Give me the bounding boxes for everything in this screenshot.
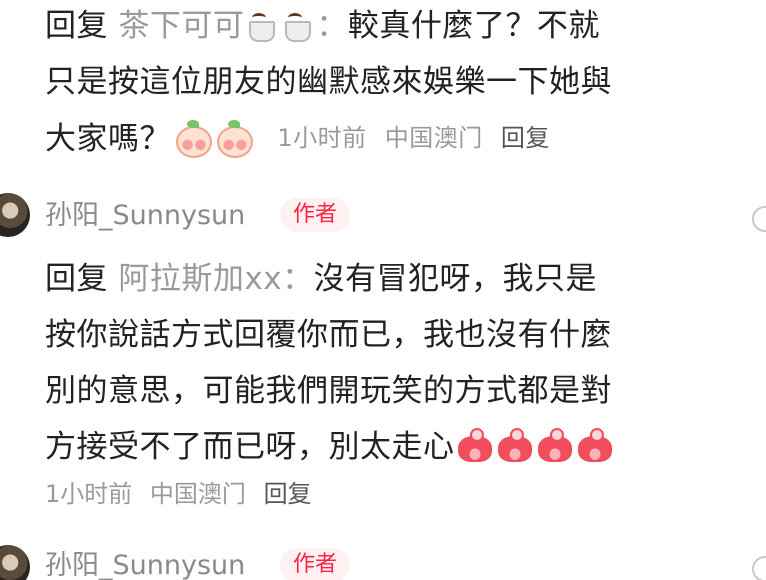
comment-time: 1小时前 bbox=[277, 124, 367, 152]
author-name[interactable]: 孙阳_Sunnysun bbox=[45, 548, 245, 580]
comment-location: 中国澳门 bbox=[384, 124, 483, 152]
avatar[interactable] bbox=[0, 193, 30, 237]
comment-time: 1小时前 bbox=[45, 480, 133, 508]
comment-location: 中国澳门 bbox=[149, 480, 246, 508]
pig-icon bbox=[497, 428, 535, 462]
author-badge: 作者 bbox=[280, 198, 351, 232]
coffee-icon bbox=[246, 11, 280, 42]
mention-username[interactable]: 茶下可可 bbox=[118, 8, 244, 44]
comment-line: 別的意思，可能我們開玩笑的方式都是對 bbox=[45, 371, 612, 411]
comment-line: 回复 阿拉斯加xx：沒有冒犯呀，我只是 bbox=[45, 259, 597, 299]
peach-icon bbox=[215, 120, 253, 158]
comment-text: 只是按這位朋友的幽默感來娛樂一下她與 bbox=[45, 64, 612, 100]
comment-meta: 1小时前 中国澳门 回复 bbox=[45, 478, 322, 510]
comment-line: 按你說話方式回覆你而已，我也沒有什麼 bbox=[45, 315, 612, 355]
pig-icon bbox=[457, 428, 495, 462]
comment-line: 回复 茶下可可 ：較真什麼了？不就 bbox=[45, 6, 600, 46]
mention-colon: ： bbox=[316, 8, 348, 44]
comment-thread: 回复 茶下可可 ：較真什麼了？不就 只是按這位朋友的幽默感來娛樂一下她與 大家嗎？… bbox=[0, 0, 766, 580]
comment-text: 大家嗎？ bbox=[45, 121, 171, 157]
comment-text: 別的意思，可能我們開玩笑的方式都是對 bbox=[45, 373, 612, 409]
pig-icon bbox=[577, 428, 615, 462]
comment-line: 方接受不了而已呀，別太走心 bbox=[45, 427, 615, 467]
author-badge: 作者 bbox=[280, 548, 351, 580]
peach-icon bbox=[174, 120, 212, 158]
reply-keyword: 回复 bbox=[45, 261, 108, 297]
comment-line: 大家嗎？ 1小时前 中国澳门 回复 bbox=[45, 119, 560, 159]
comment-meta: 1小时前 中国澳门 回复 bbox=[277, 124, 560, 152]
mention-colon: ： bbox=[282, 261, 314, 297]
pig-icon bbox=[537, 428, 575, 462]
comment-text: 沒有冒犯呀，我只是 bbox=[313, 261, 598, 297]
comment-text: 方接受不了而已呀，別太走心 bbox=[45, 429, 455, 465]
avatar[interactable] bbox=[0, 545, 30, 580]
comment-text: 按你說話方式回覆你而已，我也沒有什麼 bbox=[45, 317, 612, 353]
reply-button[interactable]: 回复 bbox=[264, 480, 312, 508]
coffee-icon bbox=[282, 11, 316, 42]
like-icon[interactable] bbox=[752, 556, 766, 580]
comment-text: 較真什麼了？不就 bbox=[347, 8, 600, 44]
mention-username[interactable]: 阿拉斯加xx bbox=[118, 261, 282, 297]
comment-line: 只是按這位朋友的幽默感來娛樂一下她與 bbox=[45, 62, 612, 102]
author-name[interactable]: 孙阳_Sunnysun bbox=[45, 198, 245, 234]
like-icon[interactable] bbox=[752, 206, 766, 232]
reply-button[interactable]: 回复 bbox=[501, 124, 550, 152]
reply-keyword: 回复 bbox=[45, 8, 108, 44]
